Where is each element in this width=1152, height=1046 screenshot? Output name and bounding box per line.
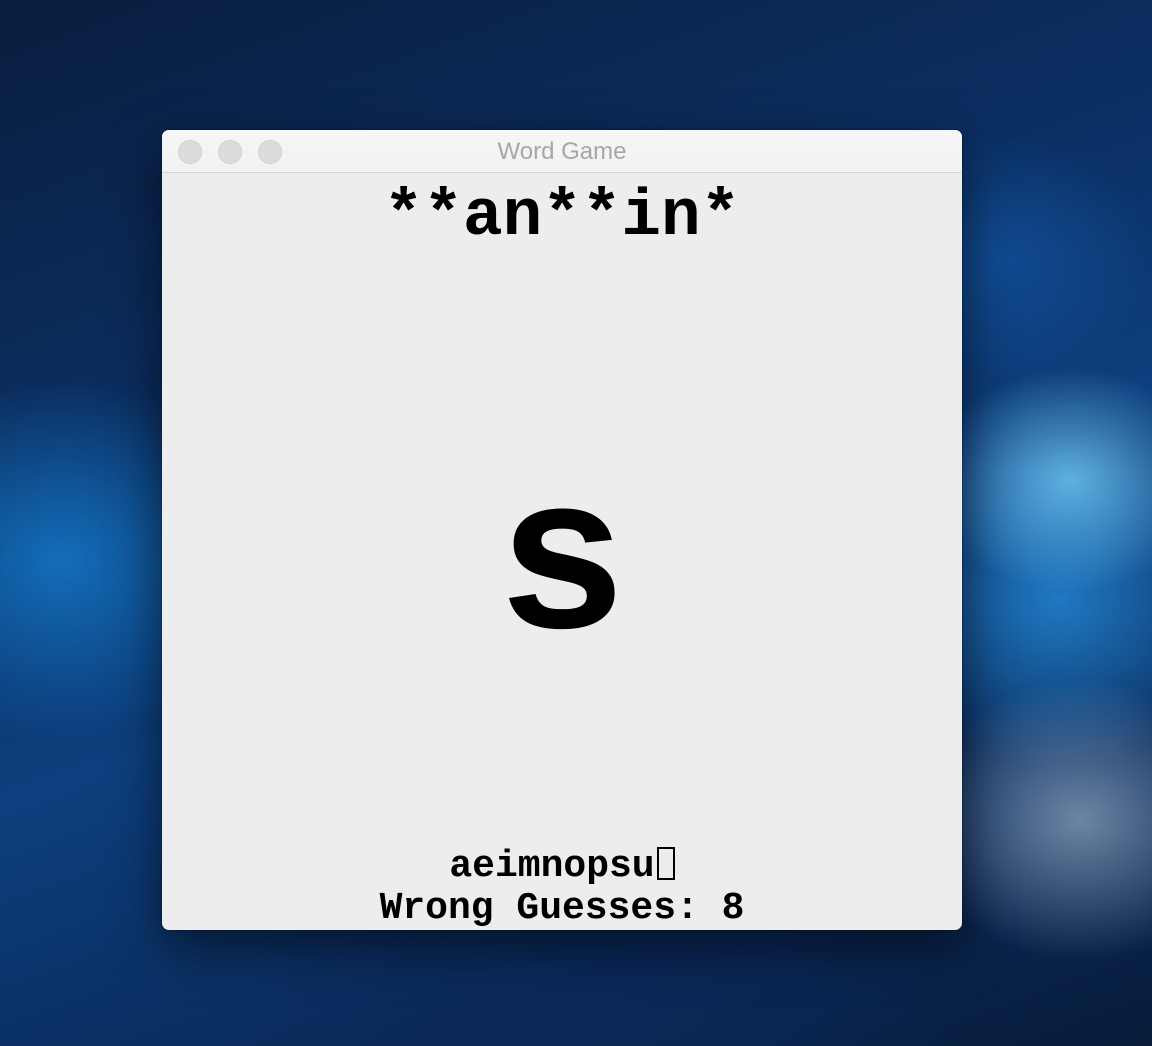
window-title: Word Game: [497, 138, 627, 165]
title-bar[interactable]: Word Game: [162, 130, 962, 173]
game-area[interactable]: **an**in* s aeimnopsu Wrong Guesses: 8: [162, 173, 962, 930]
guessed-letters: aeimnopsu: [449, 845, 655, 888]
wrong-guesses: Wrong Guesses: 8: [379, 887, 745, 930]
guessed-letters-line: aeimnopsu: [162, 845, 962, 889]
text-cursor: [656, 847, 675, 880]
game-window: Word Game **an**in* s aeimnopsu Wrong Gu…: [162, 130, 962, 930]
current-letter: s: [495, 445, 629, 694]
word-pattern: **an**in*: [383, 179, 741, 254]
